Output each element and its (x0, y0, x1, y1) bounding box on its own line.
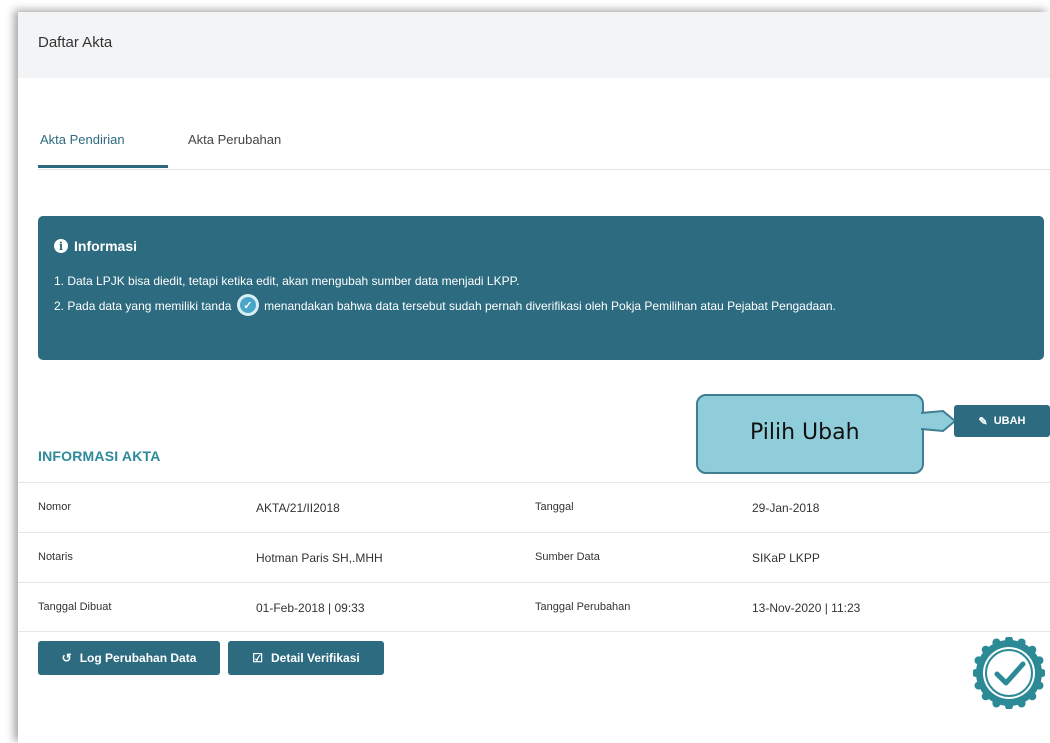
row-value: 29-Jan-2018 (752, 501, 820, 515)
info-title: i Informasi (54, 238, 137, 254)
ubah-button[interactable]: ✎ UBAH (954, 405, 1050, 437)
info-box: i Informasi 1. Data LPJK bisa diedit, te… (38, 216, 1044, 360)
active-tab-indicator (38, 165, 168, 168)
detail-verifikasi-button[interactable]: ☑ Detail Verifikasi (228, 641, 384, 675)
table-row: Nomor AKTA/21/II2018 Tanggal 29-Jan-2018 (18, 482, 1050, 532)
page-title: Daftar Akta (38, 34, 113, 51)
row-label: Tanggal Dibuat (38, 601, 112, 613)
tab-akta-perubahan[interactable]: Akta Perubahan (188, 132, 281, 147)
callout-annotation: Pilih Ubah (696, 394, 924, 474)
info-icon: i (54, 239, 68, 253)
info-line-2-start: 2. Pada data yang memiliki tanda (54, 299, 232, 314)
main-panel: Daftar Akta Akta Pendirian Akta Perubaha… (18, 12, 1050, 743)
callout-text: Pilih Ubah (750, 420, 860, 445)
check-icon: ✓ (236, 294, 259, 316)
section-title: INFORMASI AKTA (38, 448, 161, 464)
row-label: Tanggal (535, 501, 574, 513)
row-value: Hotman Paris SH,.MHH (256, 551, 383, 565)
detail-button-label: Detail Verifikasi (271, 651, 360, 665)
row-value: 13-Nov-2020 | 11:23 (752, 601, 861, 615)
checkbox-icon: ☑ (252, 651, 264, 665)
info-line-2-end: menandakan bahwa data tersebut sudah per… (264, 299, 836, 314)
akta-info-table: Nomor AKTA/21/II2018 Tanggal 29-Jan-2018… (18, 482, 1050, 632)
row-label: Notaris (38, 551, 73, 563)
log-perubahan-data-button[interactable]: ↺ Log Perubahan Data (38, 641, 220, 675)
ubah-button-label: UBAH (993, 415, 1026, 427)
row-value: SIKaP LKPP (752, 551, 820, 565)
row-value: 01-Feb-2018 | 09:33 (256, 601, 365, 615)
log-button-label: Log Perubahan Data (79, 651, 197, 665)
history-icon: ↺ (61, 651, 72, 665)
row-value: AKTA/21/II2018 (256, 501, 340, 515)
tab-akta-pendirian[interactable]: Akta Pendirian (40, 132, 125, 147)
table-row: Tanggal Dibuat 01-Feb-2018 | 09:33 Tangg… (18, 582, 1050, 632)
info-title-label: Informasi (74, 238, 138, 254)
row-label: Sumber Data (535, 551, 600, 563)
table-row: Notaris Hotman Paris SH,.MHH Sumber Data… (18, 532, 1050, 582)
info-line-1: 1. Data LPJK bisa diedit, tetapi ketika … (54, 274, 520, 288)
header-bar: Daftar Akta (18, 12, 1050, 78)
tab-bar: Akta Pendirian Akta Perubahan (38, 120, 1050, 170)
action-buttons: ↺ Log Perubahan Data ☑ Detail Verifikasi (38, 641, 384, 675)
verified-badge-icon (973, 637, 1045, 709)
edit-icon: ✎ (978, 415, 988, 428)
row-label: Nomor (38, 501, 72, 513)
info-line-2: 2. Pada data yang memiliki tanda ✓ menan… (54, 294, 836, 316)
row-label: Tanggal Perubahan (535, 601, 631, 613)
callout-arrow (921, 409, 957, 433)
